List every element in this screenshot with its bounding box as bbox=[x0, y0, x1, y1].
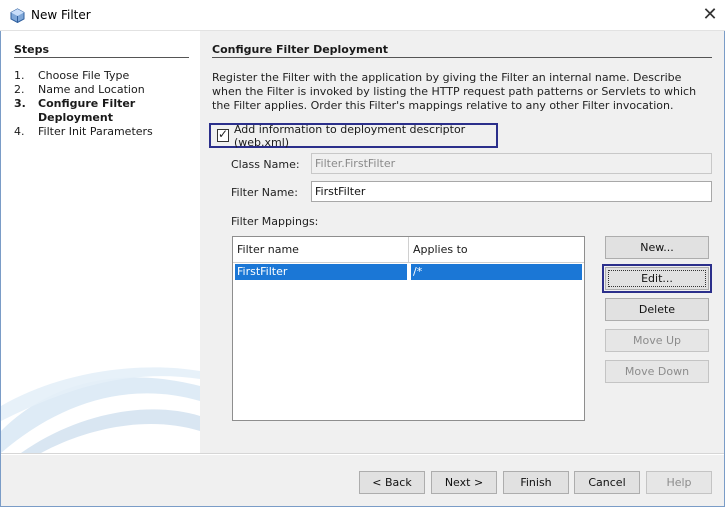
add-info-checkbox-row[interactable]: ✓ Add information to deployment descript… bbox=[209, 122, 498, 149]
step-number: 1. bbox=[14, 69, 25, 82]
column-header-applies-to[interactable]: Applies to bbox=[409, 237, 584, 263]
step-number: 3. bbox=[14, 97, 26, 110]
class-name-field[interactable] bbox=[311, 153, 712, 174]
filter-mappings-label: Filter Mappings: bbox=[231, 215, 319, 228]
footer-divider bbox=[1, 454, 724, 455]
column-header-filter-name[interactable]: Filter name bbox=[233, 237, 409, 263]
step-label: Filter Init Parameters bbox=[38, 125, 153, 138]
step-label: Configure Filter Deployment bbox=[38, 97, 136, 124]
delete-button[interactable]: Delete bbox=[605, 298, 709, 321]
new-button[interactable]: New... bbox=[605, 236, 709, 259]
wizard-footer: < Back Next > Finish Cancel Help bbox=[1, 453, 724, 506]
section-title: Configure Filter Deployment bbox=[212, 43, 389, 56]
add-info-checkbox-label: Add information to deployment descriptor… bbox=[233, 122, 466, 149]
decorative-swoosh-graphic bbox=[1, 367, 200, 453]
class-name-label: Class Name: bbox=[231, 158, 300, 171]
move-down-button[interactable]: Move Down bbox=[605, 360, 709, 383]
close-icon[interactable]: ✕ bbox=[698, 3, 722, 27]
step-number: 4. bbox=[14, 125, 25, 138]
step-item-3-current: 3. Configure Filter Deployment bbox=[14, 97, 168, 125]
table-row[interactable]: FirstFilter /* bbox=[233, 264, 584, 281]
section-divider bbox=[212, 57, 712, 58]
step-label: Choose File Type bbox=[38, 69, 130, 82]
help-button[interactable]: Help bbox=[646, 471, 712, 494]
cancel-button[interactable]: Cancel bbox=[574, 471, 640, 494]
focus-ring bbox=[608, 270, 706, 287]
step-label: Name and Location bbox=[38, 83, 145, 96]
back-button[interactable]: < Back bbox=[359, 471, 425, 494]
steps-title: Steps bbox=[14, 43, 50, 56]
checkmark-icon: ✓ bbox=[218, 127, 229, 141]
netbeans-cube-icon bbox=[10, 8, 25, 23]
filter-mappings-table[interactable]: Filter name Applies to FirstFilter /* bbox=[232, 236, 585, 421]
step-item-1: 1. Choose File Type bbox=[14, 69, 168, 83]
window-title: New Filter bbox=[31, 8, 91, 22]
filter-name-field[interactable] bbox=[311, 181, 712, 202]
add-info-checkbox[interactable]: ✓ bbox=[217, 127, 229, 142]
step-item-2: 2. Name and Location bbox=[14, 83, 168, 97]
step-item-4: 4. Filter Init Parameters bbox=[14, 125, 168, 139]
description-text: Register the Filter with the application… bbox=[212, 71, 697, 112]
finish-button[interactable]: Finish bbox=[503, 471, 569, 494]
next-button[interactable]: Next > bbox=[431, 471, 497, 494]
edit-button[interactable]: Edit... bbox=[602, 264, 712, 293]
table-cell-filter-name[interactable]: FirstFilter bbox=[235, 264, 407, 280]
steps-divider bbox=[14, 57, 189, 58]
content-panel: Configure Filter Deployment Register the… bbox=[200, 31, 724, 453]
table-cell-applies-to[interactable]: /* bbox=[411, 264, 582, 280]
move-up-button[interactable]: Move Up bbox=[605, 329, 709, 352]
steps-panel: Steps 1. Choose File Type 2. Name and Loca… bbox=[1, 31, 200, 453]
filter-name-label: Filter Name: bbox=[231, 186, 298, 199]
title-bar: New Filter ✕ bbox=[0, 0, 725, 31]
step-number: 2. bbox=[14, 83, 25, 96]
